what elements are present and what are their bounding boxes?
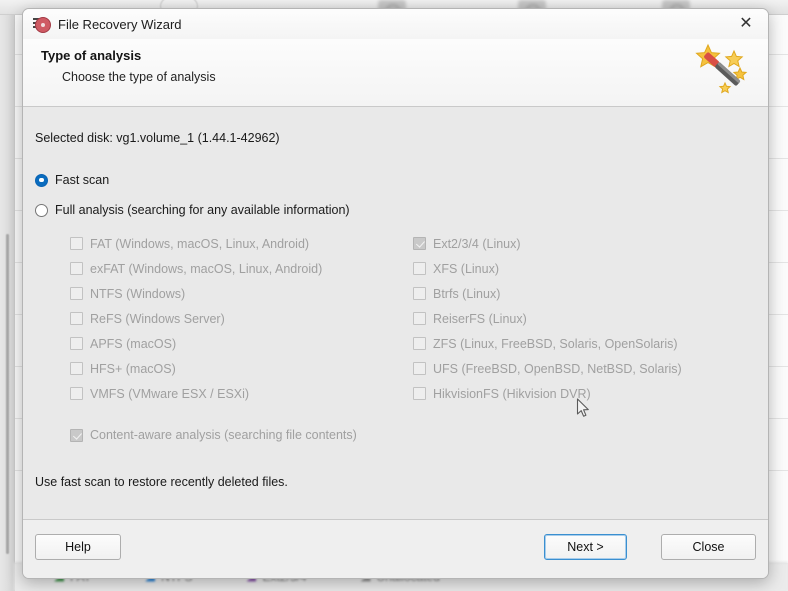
checkbox-indicator[interactable] (413, 237, 426, 250)
checkbox-label: VMFS (VMware ESX / ESXi) (90, 386, 250, 401)
checkbox-filesystem[interactable]: UFS (FreeBSD, OpenBSD, NetBSD, Solaris) (413, 356, 768, 381)
checkbox-content-aware-analysis[interactable]: Content-aware analysis (searching file c… (23, 428, 768, 442)
checkbox-filesystem[interactable]: HFS+ (macOS) (70, 356, 413, 381)
background-scrollbar-thumb[interactable] (6, 234, 9, 554)
checkbox-filesystem[interactable]: APFS (macOS) (70, 331, 413, 356)
radio-label-fast-scan: Fast scan (55, 173, 110, 187)
checkbox-filesystem[interactable]: exFAT (Windows, macOS, Linux, Android) (70, 256, 413, 281)
page-title: Type of analysis (41, 48, 142, 63)
checkbox-label: HikvisionFS (Hikvision DVR) (433, 386, 591, 401)
checkbox-filesystem[interactable]: VMFS (VMware ESX / ESXi) (70, 381, 413, 406)
checkbox-indicator[interactable] (413, 337, 426, 350)
checkbox-indicator[interactable] (413, 262, 426, 275)
checkbox-filesystem[interactable]: HikvisionFS (Hikvision DVR) (413, 381, 768, 406)
checkbox-label: FAT (Windows, macOS, Linux, Android) (90, 236, 310, 251)
checkbox-label: HFS+ (macOS) (90, 361, 176, 376)
checkbox-indicator[interactable] (413, 312, 426, 325)
checkbox-indicator[interactable] (413, 362, 426, 375)
disc-recovery-icon (33, 15, 51, 33)
checkbox-label: XFS (Linux) (433, 261, 499, 276)
checkbox-filesystem[interactable]: ZFS (Linux, FreeBSD, Solaris, OpenSolari… (413, 331, 768, 356)
checkbox-label: APFS (macOS) (90, 336, 177, 351)
checkbox-indicator[interactable] (70, 287, 83, 300)
dialog-titlebar: File Recovery Wizard ✕ (23, 9, 768, 39)
checkbox-indicator[interactable] (413, 387, 426, 400)
checkbox-label: Ext2/3/4 (Linux) (433, 236, 521, 251)
checkbox-indicator[interactable] (70, 337, 83, 350)
screen: FATNTFSExt2/3/4Unallocated File Recovery… (0, 0, 788, 591)
checkbox-label: ReFS (Windows Server) (90, 311, 225, 326)
magic-wand-icon (694, 43, 750, 95)
checkbox-indicator[interactable] (70, 362, 83, 375)
checkbox-filesystem[interactable]: ReFS (Windows Server) (70, 306, 413, 331)
hint-text: Use fast scan to restore recently delete… (35, 475, 288, 489)
checkbox-filesystem[interactable]: XFS (Linux) (413, 256, 768, 281)
checkbox-filesystem[interactable]: NTFS (Windows) (70, 281, 413, 306)
dialog-header: Type of analysis Choose the type of anal… (23, 39, 768, 107)
filesystem-checkbox-grid: FAT (Windows, macOS, Linux, Android) Ext2… (23, 231, 768, 406)
background-left-scrollbar[interactable] (0, 14, 15, 591)
checkbox-label-content-aware: Content-aware analysis (searching file c… (90, 428, 357, 442)
checkbox-label: ReiserFS (Linux) (433, 311, 527, 326)
checkbox-label: ZFS (Linux, FreeBSD, Solaris, OpenSolari… (433, 336, 678, 351)
checkbox-indicator-content-aware[interactable] (70, 428, 83, 442)
radio-label-full-analysis: Full analysis (searching for any availab… (55, 203, 350, 217)
checkbox-filesystem[interactable]: ReiserFS (Linux) (413, 306, 768, 331)
checkbox-indicator[interactable] (70, 237, 83, 250)
radio-fast-scan[interactable]: Fast scan (35, 173, 768, 187)
page-subtitle: Choose the type of analysis (62, 70, 216, 84)
close-icon[interactable]: ✕ (724, 9, 768, 39)
radio-full-analysis[interactable]: Full analysis (searching for any availab… (35, 203, 768, 217)
checkbox-label: NTFS (Windows) (90, 286, 186, 301)
checkbox-filesystem[interactable]: Btrfs (Linux) (413, 281, 768, 306)
dialog-footer: Help Next > Close (23, 519, 768, 578)
next-button[interactable]: Next > (544, 534, 627, 560)
checkbox-indicator[interactable] (70, 387, 83, 400)
dialog-body: Selected disk: vg1.volume_1 (1.44.1-4296… (23, 107, 768, 519)
checkbox-filesystem[interactable]: Ext2/3/4 (Linux) (413, 231, 768, 256)
close-button[interactable]: Close (661, 534, 756, 560)
checkbox-indicator[interactable] (70, 312, 83, 325)
checkbox-label: Btrfs (Linux) (433, 286, 501, 301)
radio-indicator-fast-scan[interactable] (35, 173, 48, 187)
file-recovery-wizard-dialog: File Recovery Wizard ✕ Type of analysis … (22, 8, 769, 579)
checkbox-label: exFAT (Windows, macOS, Linux, Android) (90, 261, 323, 276)
radio-indicator-full-analysis[interactable] (35, 203, 48, 217)
checkbox-filesystem[interactable]: FAT (Windows, macOS, Linux, Android) (70, 231, 413, 256)
selected-disk-label: Selected disk: vg1.volume_1 (1.44.1-4296… (35, 131, 280, 145)
help-button[interactable]: Help (35, 534, 121, 560)
dialog-title: File Recovery Wizard (58, 16, 182, 32)
checkbox-indicator[interactable] (70, 262, 83, 275)
checkbox-label: UFS (FreeBSD, OpenBSD, NetBSD, Solaris) (433, 361, 682, 376)
checkbox-indicator[interactable] (413, 287, 426, 300)
